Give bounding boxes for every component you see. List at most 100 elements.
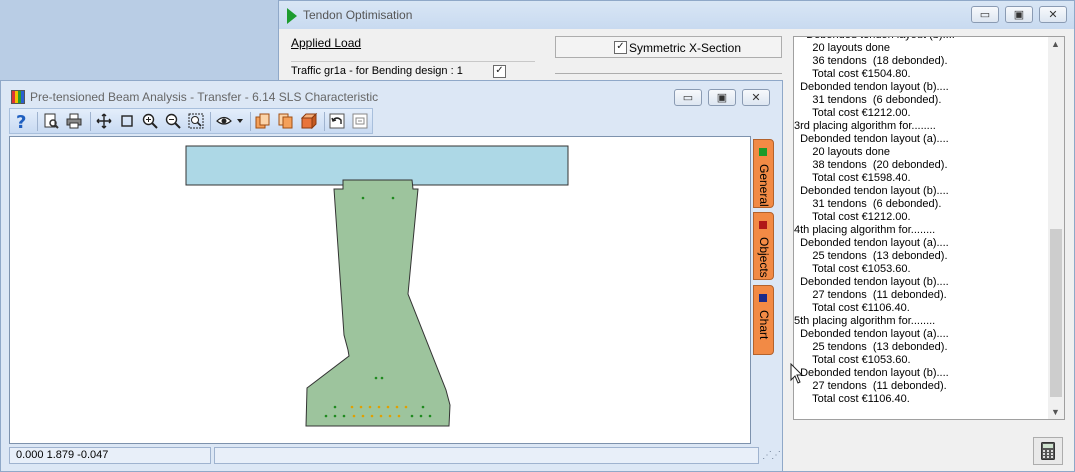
tab-objects-label: Objects (757, 237, 771, 278)
toolbar-separator (210, 112, 211, 131)
resize-grip-icon[interactable]: ⋰⋰ (762, 450, 781, 461)
paste-icon[interactable] (277, 112, 295, 130)
bonded-tendon (342, 414, 346, 418)
calculator-icon (1041, 442, 1055, 460)
log-line: 20 layouts done (794, 42, 891, 54)
tab-general[interactable]: General (753, 139, 774, 208)
print-icon[interactable] (65, 112, 83, 130)
general-tab-swatch (759, 148, 767, 156)
bonded-tendon (421, 405, 425, 409)
log-line: 25 tendons (13 debonded). (794, 341, 948, 353)
log-line: 25 tendons (13 debonded). (794, 250, 948, 262)
scroll-up-icon[interactable]: ▲ (1051, 39, 1060, 49)
bonded-tendon (428, 414, 432, 418)
applied-load-heading: Applied Load (291, 36, 362, 50)
log-line: Total cost €1106.40. (794, 393, 910, 405)
debonded-tendon (379, 414, 383, 418)
calculator-button[interactable] (1033, 437, 1063, 465)
tab-general-label: General (757, 164, 771, 207)
zoom-window-icon[interactable] (118, 112, 136, 130)
status-bar: 0.000 1.879 -0.047 ⋰⋰ (9, 446, 781, 466)
minimize-button[interactable]: ▭ (971, 6, 999, 23)
log-line: Total cost €1598.40. (794, 172, 911, 184)
bonded-tendon (333, 414, 337, 418)
debonded-tendon (350, 405, 354, 409)
chart-tab-swatch (759, 294, 767, 302)
symmetric-x-section-toggle[interactable]: ✓ Symmetric X-Section (555, 36, 782, 58)
svg-text:?: ? (16, 112, 26, 130)
deck-slab (185, 145, 569, 186)
objects-tab-swatch (759, 221, 767, 229)
log-line: 31 tendons (6 debonded). (794, 94, 942, 106)
log-line: Debonded tendon layout (a).... (794, 328, 949, 340)
beam-toolbar: ? (9, 108, 373, 134)
export-icon[interactable] (351, 112, 369, 130)
log-line: 36 tendons (18 debonded). (794, 55, 948, 67)
log-line: 27 tendons (11 debonded). (794, 380, 947, 392)
debonded-tendon (388, 414, 392, 418)
debonded-tendon (377, 405, 381, 409)
view-dropdown-icon[interactable] (215, 112, 245, 130)
close-button[interactable]: ✕ (742, 89, 770, 106)
beam-window-title: Pre-tensioned Beam Analysis - Transfer -… (30, 90, 379, 104)
scroll-down-icon[interactable]: ▼ (1051, 407, 1060, 417)
toolbar-separator (324, 112, 325, 131)
bonded-tendon (380, 376, 384, 380)
optimisation-log[interactable]: Debonded tendon layout (b).... 20 layout… (793, 36, 1065, 420)
undo-icon[interactable] (328, 112, 346, 130)
tendon-window-title: Tendon Optimisation (303, 8, 413, 22)
beam-section (305, 179, 451, 427)
debonded-tendon (359, 405, 363, 409)
cursor-coordinates: 0.000 1.879 -0.047 (9, 447, 211, 464)
log-scrollbar[interactable]: ▲ ▼ (1048, 37, 1064, 419)
traffic-checkbox[interactable]: ✓ (493, 65, 506, 78)
scroll-thumb[interactable] (1050, 229, 1062, 397)
log-text: Debonded tendon layout (b).... 20 layout… (794, 37, 1046, 406)
status-message-field (214, 447, 759, 464)
log-line: Total cost €1053.60. (794, 263, 911, 275)
tab-objects[interactable]: Objects (753, 212, 774, 280)
bonded-tendon (410, 414, 414, 418)
bonded-tendon (419, 414, 423, 418)
beam-window-titlebar[interactable]: Pre-tensioned Beam Analysis - Transfer -… (1, 81, 782, 111)
maximize-button[interactable]: ▣ (1005, 6, 1033, 23)
debonded-tendon (397, 414, 401, 418)
debonded-tendon (352, 414, 356, 418)
zoom-in-icon[interactable] (141, 112, 159, 130)
debonded-tendon (386, 405, 390, 409)
close-button[interactable]: ✕ (1039, 6, 1067, 23)
traffic-load-label: Traffic gr1a - for Bending design : 1 (291, 65, 463, 77)
toolbar-separator (37, 112, 38, 131)
tendon-window-titlebar[interactable]: Tendon Optimisation ▭ ▣ ✕ (279, 1, 1074, 29)
debonded-tendon (370, 414, 374, 418)
play-icon (287, 8, 297, 24)
log-line: 5th placing algorithm for........ (794, 315, 936, 327)
log-line: 3rd placing algorithm for........ (794, 120, 936, 132)
bonded-tendon (324, 414, 328, 418)
log-line: Debonded tendon layout (b).... (794, 185, 949, 197)
toolbar-separator (90, 112, 91, 131)
beam-analysis-window: Pre-tensioned Beam Analysis - Transfer -… (0, 80, 783, 472)
log-line: Total cost €1053.60. (794, 354, 911, 366)
layers-icon[interactable] (300, 112, 318, 130)
bonded-tendon (333, 405, 337, 409)
zoom-out-icon[interactable] (164, 112, 182, 130)
copy-icon[interactable] (254, 112, 272, 130)
toolbar-separator (250, 112, 251, 131)
tab-chart[interactable]: Chart (753, 285, 774, 355)
zoom-extents-icon[interactable] (187, 112, 205, 130)
beam-section-canvas[interactable] (9, 136, 751, 444)
print-preview-icon[interactable] (42, 112, 60, 130)
minimize-button[interactable]: ▭ (674, 89, 702, 106)
debonded-tendon (368, 405, 372, 409)
divider (291, 61, 535, 62)
symmetric-checkbox[interactable]: ✓ (614, 41, 627, 54)
bonded-tendon (361, 196, 365, 200)
help-icon[interactable]: ? (13, 112, 31, 130)
log-line: Debonded tendon layout (a).... (794, 133, 949, 145)
maximize-button[interactable]: ▣ (708, 89, 736, 106)
debonded-tendon (395, 405, 399, 409)
app-icon (11, 90, 25, 104)
log-line: Total cost €1212.00. (794, 107, 911, 119)
pan-icon[interactable] (95, 112, 113, 130)
